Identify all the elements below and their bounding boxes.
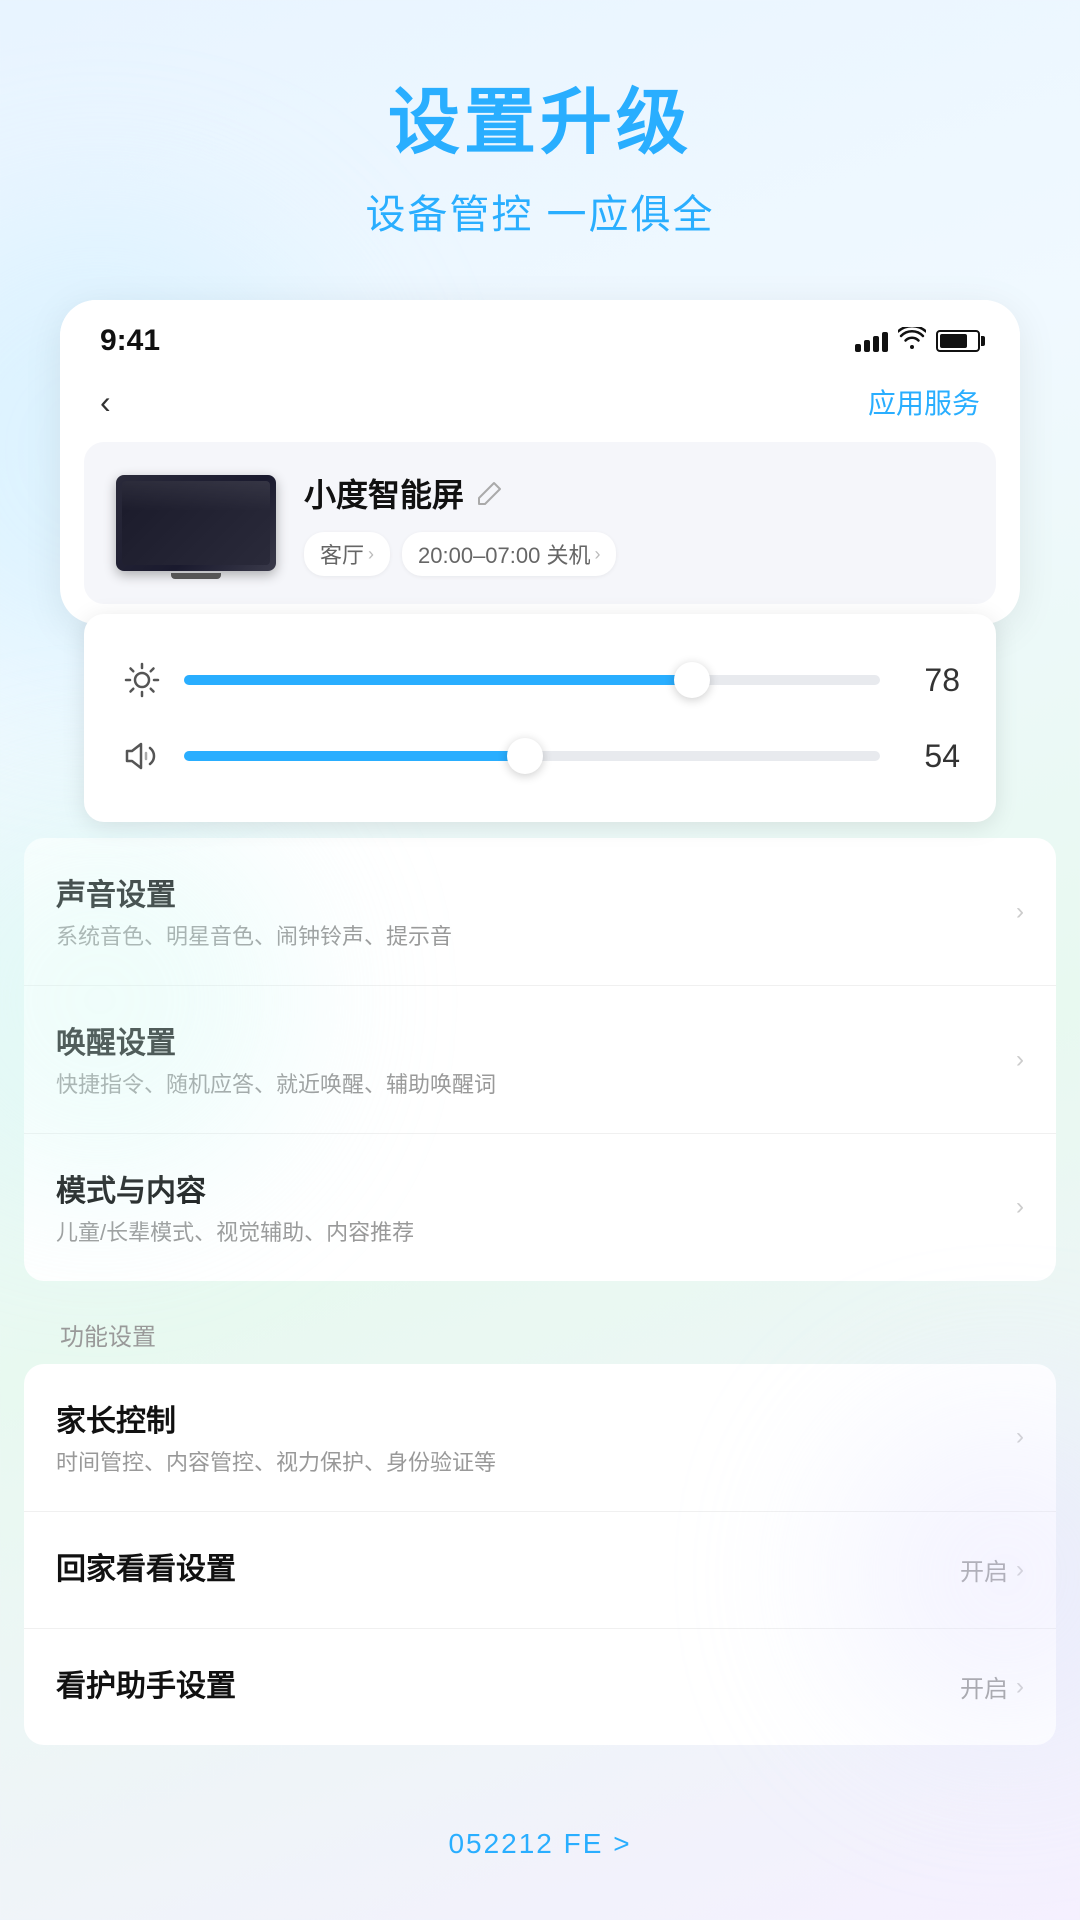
- device-name-row: 小度智能屏: [304, 470, 964, 516]
- brightness-thumb[interactable]: [674, 662, 710, 698]
- settings-item-parental-title: 家长控制: [56, 1396, 1016, 1440]
- settings-item-mode-right: ›: [1016, 1193, 1024, 1221]
- wifi-icon: [898, 327, 926, 355]
- volume-track[interactable]: [184, 751, 880, 761]
- page-subtitle: 设备管控 一应俱全: [0, 182, 1080, 240]
- sound-chevron-icon: ›: [1016, 898, 1024, 926]
- signal-bar-1: [855, 344, 861, 352]
- battery-fill: [940, 334, 967, 348]
- device-tags: 客厅 › 20:00–07:00 关机 ›: [304, 532, 964, 576]
- volume-row: 54: [120, 722, 960, 790]
- status-icons: [855, 327, 980, 355]
- main-card: 9:41 ‹ 应用服务: [60, 300, 1020, 624]
- room-chevron: ›: [368, 544, 374, 565]
- device-name: 小度智能屏: [304, 470, 464, 516]
- settings-item-sound-right: ›: [1016, 898, 1024, 926]
- room-label: 客厅: [320, 538, 364, 570]
- page-header: 设置升级 设备管控 一应俱全: [0, 0, 1080, 280]
- schedule-chevron: ›: [594, 544, 600, 565]
- settings-item-care-title: 看护助手设置: [56, 1661, 960, 1705]
- status-time: 9:41: [100, 324, 160, 358]
- volume-thumb[interactable]: [507, 738, 543, 774]
- brightness-icon: [120, 658, 164, 702]
- volume-value: 54: [900, 738, 960, 775]
- signal-bar-3: [873, 336, 879, 352]
- battery-icon: [936, 330, 980, 352]
- signal-bar-4: [882, 332, 888, 352]
- slider-card: 78 54: [84, 614, 996, 822]
- volume-fill: [184, 751, 525, 761]
- schedule-tag[interactable]: 20:00–07:00 关机 ›: [402, 532, 616, 576]
- brightness-track[interactable]: [184, 675, 880, 685]
- settings-item-mode-left: 模式与内容 儿童/长辈模式、视觉辅助、内容推荐: [56, 1166, 1016, 1249]
- app-service-button[interactable]: 应用服务: [868, 382, 980, 422]
- edit-icon[interactable]: [476, 479, 504, 507]
- settings-item-home-left: 回家看看设置: [56, 1544, 960, 1596]
- signal-bar-2: [864, 340, 870, 352]
- section-label: 功能设置: [24, 1297, 1056, 1364]
- brightness-fill: [184, 675, 692, 685]
- nav-bar: ‹ 应用服务: [60, 374, 1020, 442]
- settings-item-mode-desc: 儿童/长辈模式、视觉辅助、内容推荐: [56, 1218, 1016, 1249]
- settings-item-home-title: 回家看看设置: [56, 1544, 960, 1588]
- schedule-label: 20:00–07:00 关机: [418, 538, 590, 570]
- brightness-value: 78: [900, 662, 960, 699]
- bottom-area: 052212 FE >: [0, 1828, 1080, 1860]
- device-card: 小度智能屏 客厅 › 20:00–07:00 关机 ›: [84, 442, 996, 604]
- status-bar: 9:41: [60, 300, 1020, 374]
- device-thumbnail: [116, 475, 276, 571]
- settings-item-care-left: 看护助手设置: [56, 1661, 960, 1713]
- settings-item-wakeup-right: ›: [1016, 1046, 1024, 1074]
- room-tag[interactable]: 客厅 ›: [304, 532, 390, 576]
- wakeup-chevron-icon: ›: [1016, 1046, 1024, 1074]
- page-title: 设置升级: [0, 80, 1080, 166]
- device-info: 小度智能屏 客厅 › 20:00–07:00 关机 ›: [304, 470, 964, 576]
- volume-icon: [120, 734, 164, 778]
- device-shine: [122, 481, 270, 511]
- brightness-row: 78: [120, 646, 960, 714]
- back-button[interactable]: ‹: [100, 384, 111, 421]
- bottom-text: 052212 FE >: [0, 1828, 1080, 1860]
- signal-icon: [855, 330, 888, 352]
- mode-chevron-icon: ›: [1016, 1193, 1024, 1221]
